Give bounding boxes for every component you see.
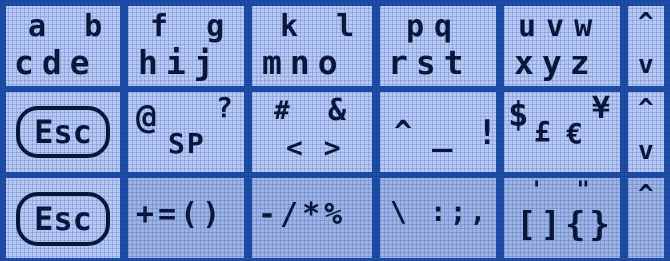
plus-equals-parens: +=() bbox=[136, 197, 225, 232]
key-backslash-punct[interactable]: \ :;, bbox=[380, 178, 496, 258]
key-label-top: f g bbox=[150, 9, 235, 44]
ampersand-symbol: & bbox=[328, 93, 349, 128]
key-label-top: a b bbox=[28, 9, 113, 44]
caret-symbol: ^ bbox=[394, 115, 415, 150]
minus-slash-star-percent: -/*% bbox=[258, 197, 347, 232]
chevron-up-icon[interactable]: ^ bbox=[638, 96, 654, 122]
key-label-bottom: rst bbox=[388, 43, 472, 82]
key-plus-equals-parens[interactable]: +=() bbox=[128, 178, 244, 258]
backslash-colon-semicolon-comma: \ :;, bbox=[390, 195, 490, 228]
dollar-symbol: $ bbox=[508, 95, 531, 135]
angle-brackets: < > bbox=[286, 131, 343, 164]
square-curly-brackets: []{} bbox=[516, 205, 614, 245]
key-label-bottom: cde bbox=[14, 43, 98, 82]
key-klmno[interactable]: k l mno bbox=[252, 6, 372, 86]
key-label-bottom: xyz bbox=[514, 43, 598, 82]
key-label-top: k l bbox=[280, 9, 365, 44]
question-mark: ? bbox=[216, 92, 235, 124]
key-label-bottom: mno bbox=[262, 43, 346, 82]
key-quotes-brackets[interactable]: ' " []{} bbox=[504, 178, 620, 258]
scroll-column-row1: ^ v bbox=[628, 6, 664, 86]
at-symbol: @ bbox=[136, 97, 159, 137]
key-caret-underscore[interactable]: ^ _ ! bbox=[380, 92, 496, 172]
yen-symbol: ¥ bbox=[592, 92, 613, 126]
esc-button: Esc bbox=[16, 192, 110, 246]
key-at-space[interactable]: @ SP ? bbox=[128, 92, 244, 172]
key-minus-slash-star-percent[interactable]: -/*% bbox=[252, 178, 372, 258]
key-currency[interactable]: $ £ € ¥ bbox=[504, 92, 620, 172]
key-esc-row2[interactable]: Esc bbox=[6, 92, 120, 172]
chevron-down-icon[interactable]: v bbox=[638, 52, 654, 78]
key-esc-row3[interactable]: Esc bbox=[6, 178, 120, 258]
hash-symbol: # bbox=[274, 96, 292, 126]
chevron-up-icon[interactable]: ^ bbox=[638, 182, 654, 208]
key-hash-amp[interactable]: # & < > bbox=[252, 92, 372, 172]
underscore-exclaim: _ ! bbox=[432, 113, 496, 153]
key-label-top: uvw bbox=[518, 9, 603, 44]
chevron-up-icon[interactable]: ^ bbox=[638, 10, 654, 36]
esc-button: Esc bbox=[16, 106, 110, 158]
key-label-top: pq bbox=[406, 9, 463, 44]
space-label: SP bbox=[168, 127, 206, 160]
lcd-keyboard: a b cde f g hij k l mno pq rst uvw xyz ^… bbox=[0, 0, 670, 261]
quote-marks: ' " bbox=[530, 178, 600, 203]
key-fghij[interactable]: f g hij bbox=[128, 6, 244, 86]
pound-symbol: £ bbox=[534, 115, 553, 148]
key-label-bottom: hij bbox=[138, 43, 222, 82]
scroll-column-row2: ^ v bbox=[628, 92, 664, 172]
chevron-down-icon[interactable]: v bbox=[638, 138, 654, 164]
euro-symbol: € bbox=[566, 117, 585, 150]
key-uvwxyz[interactable]: uvw xyz bbox=[504, 6, 620, 86]
scroll-column-row3: ^ bbox=[628, 178, 664, 258]
key-pqrst[interactable]: pq rst bbox=[380, 6, 496, 86]
key-abcde[interactable]: a b cde bbox=[6, 6, 120, 86]
